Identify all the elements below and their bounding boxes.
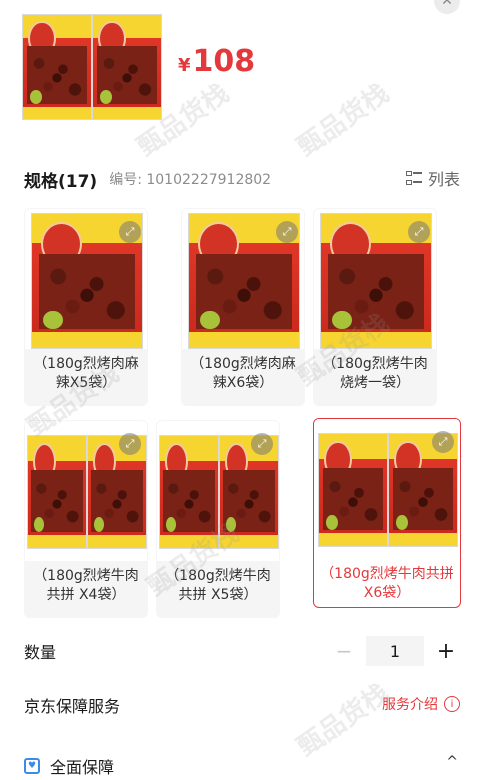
zoom-icon[interactable]: ⤢	[251, 433, 273, 455]
option-label: （180g烈烤牛肉烧烤一袋）	[322, 356, 428, 391]
chevron-up-icon[interactable]: ^	[446, 754, 458, 770]
product-thumbnail	[22, 10, 162, 124]
product-code: 编号: 10102227912802	[109, 172, 272, 188]
watermark: 甄品货栈	[292, 78, 395, 163]
info-icon: i	[444, 696, 460, 712]
spec-option-card[interactable]: ⤢ （180g烈烤牛肉烧烤一袋）	[313, 208, 437, 406]
option-label: （180g烈烤牛肉共拼 X5袋）	[165, 568, 271, 603]
quantity-minus-button[interactable]: −	[330, 639, 358, 663]
price: ¥ 108	[178, 44, 255, 79]
quantity-stepper: − 1 +	[330, 636, 460, 666]
list-view-toggle[interactable]: 列表	[405, 166, 460, 190]
shield-icon: ♥	[24, 758, 40, 774]
service-info-link[interactable]: 服务介绍 i	[382, 694, 460, 714]
spec-title: 规格(17)	[24, 171, 98, 192]
watermark: 甄品货栈	[292, 678, 395, 763]
zoom-icon[interactable]: ⤢	[408, 221, 430, 243]
close-icon[interactable]: ✕	[434, 0, 460, 14]
spec-option-card[interactable]: ⤢ （180g烈烤牛肉共拼 X5袋）	[156, 420, 280, 618]
service-row: 京东保障服务 服务介绍 i	[24, 692, 460, 718]
zoom-icon[interactable]: ⤢	[119, 221, 141, 243]
service-label: 京东保障服务	[24, 697, 121, 716]
spec-option-card-selected[interactable]: ⤢ （180g烈烤牛肉共拼 X6袋）	[313, 418, 461, 608]
list-toggle-label: 列表	[427, 170, 460, 189]
service-link-label: 服务介绍	[382, 697, 438, 713]
quantity-row: 数量 − 1 +	[24, 636, 460, 666]
price-amount: 108	[192, 44, 256, 79]
list-icon	[405, 171, 422, 185]
currency-symbol: ¥	[178, 55, 191, 76]
option-label: （180g烈烤肉麻辣X6袋）	[190, 356, 296, 391]
zoom-icon[interactable]: ⤢	[432, 431, 454, 453]
spec-option-card[interactable]: ⤢ （180g烈烤肉麻辣X6袋）	[181, 208, 305, 406]
zoom-icon[interactable]: ⤢	[276, 221, 298, 243]
option-label: （180g烈烤牛肉共拼 X4袋）	[33, 568, 139, 603]
spec-option-card[interactable]: ⤢ （180g烈烤牛肉共拼 X4袋）	[24, 420, 148, 618]
quantity-plus-button[interactable]: +	[432, 639, 460, 664]
guarantee-row[interactable]: ♥ 全面保障 ^	[24, 754, 460, 778]
quantity-label: 数量	[24, 643, 57, 662]
option-label: （180g烈烤牛肉共拼 X6袋）	[320, 566, 454, 601]
option-label: （180g烈烤肉麻辣X5袋）	[33, 356, 139, 391]
spec-option-card[interactable]: ⤢ （180g烈烤肉麻辣X5袋）	[24, 208, 148, 406]
zoom-icon[interactable]: ⤢	[119, 433, 141, 455]
guarantee-label: 全面保障	[50, 758, 115, 777]
spec-header: 规格(17) 编号: 10102227912802 列表	[24, 166, 460, 192]
quantity-input[interactable]: 1	[366, 636, 424, 666]
